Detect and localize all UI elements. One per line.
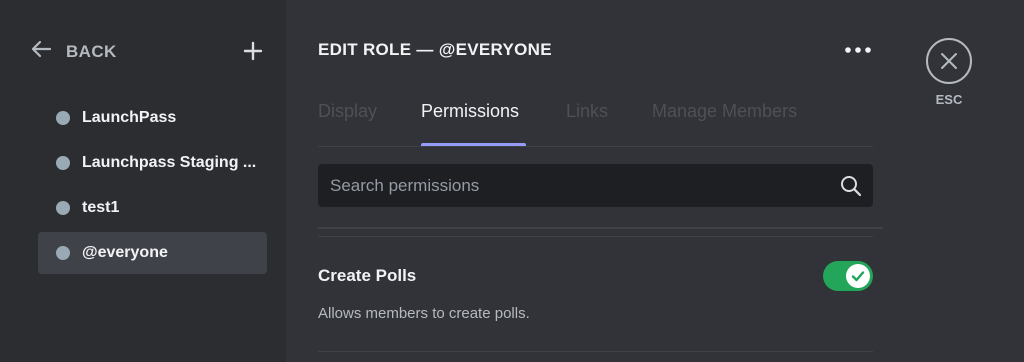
role-color-dot [56,246,70,260]
role-item-everyone[interactable]: @everyone [38,232,267,274]
tab-permissions[interactable]: Permissions [421,101,519,122]
role-item-launchpass[interactable]: LaunchPass [38,97,267,139]
section-divider [318,227,883,229]
main-panel: EDIT ROLE — @EVERYONE Display Permission… [286,0,886,362]
section-divider [318,236,873,237]
tab-display[interactable]: Display [318,101,377,122]
active-tab-indicator [421,143,526,146]
role-item-launchpass-staging[interactable]: Launchpass Staging ... [38,142,267,184]
arrow-left-icon [30,38,52,65]
permission-title: Create Polls [318,266,417,285]
plus-icon [242,41,264,66]
back-label: BACK [66,41,117,61]
permission-description: Allows members to create polls. [318,305,530,322]
role-label: Launchpass Staging ... [82,154,257,171]
close-button[interactable] [926,38,972,84]
role-label: @everyone [82,244,168,261]
search-input[interactable] [318,164,818,207]
back-button[interactable]: BACK [30,38,117,65]
more-options-button[interactable] [844,39,874,61]
search-box [318,164,873,207]
more-dots-icon [844,47,874,65]
role-color-dot [56,156,70,170]
toggle-knob [846,264,870,288]
role-color-dot [56,201,70,215]
page-title: EDIT ROLE — @EVERYONE [318,40,552,59]
add-role-button[interactable] [242,40,264,62]
role-color-dot [56,111,70,125]
role-item-test1[interactable]: test1 [38,187,267,229]
sidebar: BACK LaunchPass Launchpass Staging ... t… [0,0,286,362]
tab-links[interactable]: Links [566,101,608,122]
section-divider [318,351,873,352]
create-polls-toggle[interactable] [823,261,873,291]
role-label: test1 [82,199,120,216]
esc-label: ESC [935,92,963,107]
role-label: LaunchPass [82,109,177,126]
search-icon[interactable] [840,175,862,197]
role-list: LaunchPass Launchpass Staging ... test1 … [38,97,267,277]
tab-manage-members[interactable]: Manage Members [652,101,797,122]
tab-bar: Display Permissions Links Manage Members [318,96,873,147]
close-area: ESC [926,38,972,107]
